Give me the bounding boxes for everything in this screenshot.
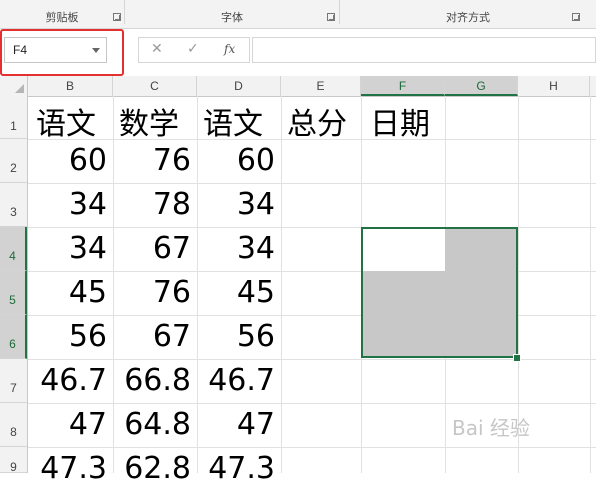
cell-c1[interactable]: 数学	[113, 99, 197, 143]
cell-c8[interactable]: 64.8	[113, 407, 197, 442]
enter-icon[interactable]: ✓	[187, 41, 199, 57]
gridline	[28, 403, 596, 404]
ribbon-group-clipboard: 剪贴板	[0, 0, 124, 28]
formula-buttons: ✕ ✓ fx	[138, 37, 250, 63]
cell-d6[interactable]: 56	[197, 319, 281, 354]
row-header-6[interactable]: 6	[0, 315, 27, 359]
cell-c6[interactable]: 67	[113, 319, 197, 354]
row-header-1[interactable]: 1	[0, 96, 27, 139]
cell-d3[interactable]: 34	[197, 187, 281, 222]
column-header-b[interactable]: B	[28, 76, 113, 96]
clipboard-launcher-icon[interactable]	[113, 13, 121, 21]
column-header-g[interactable]: G	[445, 76, 518, 96]
gridline	[28, 447, 596, 448]
cell-b3[interactable]: 34	[28, 187, 113, 222]
cell-b2[interactable]: 60	[28, 143, 113, 178]
cell-b8[interactable]: 47	[28, 407, 113, 442]
cell-d9[interactable]: 47.3	[197, 451, 281, 486]
alignment-launcher-icon[interactable]	[572, 13, 580, 21]
cell-c5[interactable]: 76	[113, 275, 197, 310]
name-box-highlight	[0, 29, 124, 76]
cell-b6[interactable]: 56	[28, 319, 113, 354]
row-header-bar: 1 2 3 4 5 6 7 8 9	[0, 96, 28, 474]
gridline	[28, 183, 596, 184]
ribbon-group-bar: 剪贴板 字体 对齐方式	[0, 0, 596, 29]
font-group-label: 字体	[221, 11, 243, 24]
ribbon-group-alignment: 对齐方式	[340, 0, 596, 28]
cell-c3[interactable]: 78	[113, 187, 197, 222]
cell-c4[interactable]: 67	[113, 231, 197, 266]
cell-d4[interactable]: 34	[197, 231, 281, 266]
cell-b4[interactable]: 34	[28, 231, 113, 266]
gridline	[28, 359, 596, 360]
column-header-h[interactable]: H	[518, 76, 590, 96]
alignment-group-label: 对齐方式	[446, 11, 490, 24]
cancel-icon[interactable]: ✕	[151, 41, 163, 57]
gridline	[281, 96, 282, 473]
row-header-4[interactable]: 4	[0, 227, 27, 271]
cell-b9[interactable]: 47.3	[28, 451, 113, 486]
cell-d1[interactable]: 语文	[197, 99, 281, 143]
selection-range-border[interactable]	[361, 227, 518, 358]
ribbon-group-font: 字体	[125, 0, 339, 28]
column-header-bar: B C D E F G H	[0, 76, 596, 97]
cell-b5[interactable]: 45	[28, 275, 113, 310]
row-header-3[interactable]: 3	[0, 183, 27, 227]
cell-d7[interactable]: 46.7	[197, 363, 281, 398]
row-header-5[interactable]: 5	[0, 271, 27, 315]
gridline	[590, 96, 591, 473]
clipboard-group-label: 剪贴板	[45, 11, 79, 24]
cell-c2[interactable]: 76	[113, 143, 197, 178]
cell-d2[interactable]: 60	[197, 143, 281, 178]
row-header-7[interactable]: 7	[0, 359, 27, 403]
column-header-d[interactable]: D	[197, 76, 281, 96]
row-header-9[interactable]: 9	[0, 447, 27, 474]
formula-input[interactable]	[252, 37, 596, 63]
column-header-c[interactable]: C	[113, 76, 197, 96]
select-all-corner[interactable]	[0, 76, 28, 96]
cell-d5[interactable]: 45	[197, 275, 281, 310]
cell-e1[interactable]: 总分	[281, 99, 361, 143]
watermark: Bai 经验	[452, 416, 530, 440]
cell-c9[interactable]: 62.8	[113, 451, 197, 486]
column-header-f[interactable]: F	[361, 76, 445, 96]
cell-b7[interactable]: 46.7	[28, 363, 113, 398]
font-launcher-icon[interactable]	[327, 13, 335, 21]
cell-c7[interactable]: 66.8	[113, 363, 197, 398]
select-all-icon	[15, 84, 24, 93]
cell-b1[interactable]: 语文	[30, 99, 113, 143]
fill-handle[interactable]	[513, 354, 521, 362]
column-header-e[interactable]: E	[281, 76, 361, 96]
row-header-2[interactable]: 2	[0, 139, 27, 183]
cell-f1[interactable]: 日期	[364, 99, 448, 143]
row-header-8[interactable]: 8	[0, 403, 27, 447]
cell-d8[interactable]: 47	[197, 407, 281, 442]
insert-function-icon[interactable]: fx	[224, 42, 235, 56]
